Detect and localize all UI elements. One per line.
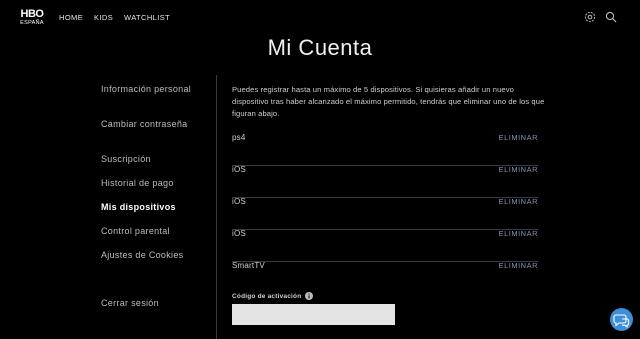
- sidebar-item-subscription[interactable]: Suscripción: [101, 154, 206, 166]
- device-name: iOS: [232, 197, 246, 206]
- search-icon[interactable]: [605, 11, 617, 23]
- activation-code-input[interactable]: [232, 304, 395, 325]
- device-row: iOS ELIMINAR: [232, 197, 538, 230]
- logo-region: ESPAÑA: [20, 20, 44, 26]
- page: HBO ESPAÑA HOME KIDS WATCHLIST Mi Cuenta…: [0, 0, 640, 339]
- sidebar-item-logout[interactable]: Cerrar sesión: [101, 298, 206, 310]
- nav-home-link[interactable]: HOME: [59, 13, 83, 22]
- sidebar-item-payment-history[interactable]: Historial de pago: [101, 178, 206, 190]
- device-name: SmartTV: [232, 261, 265, 270]
- remove-device-button[interactable]: ELIMINAR: [499, 165, 538, 174]
- device-row: iOS ELIMINAR: [232, 229, 538, 262]
- sidebar-item-personal-info[interactable]: Información personal: [101, 84, 206, 96]
- info-icon[interactable]: [305, 292, 313, 300]
- sidebar-item-change-password[interactable]: Cambiar contraseña: [101, 119, 206, 131]
- devices-intro-text: Puedes registrar hasta un máximo de 5 di…: [232, 85, 545, 118]
- logo-mark: HBO: [20, 8, 44, 20]
- device-name: iOS: [232, 165, 246, 174]
- chat-button[interactable]: [610, 308, 633, 331]
- remove-device-button[interactable]: ELIMINAR: [499, 261, 538, 270]
- device-row: ps4 ELIMINAR: [232, 133, 538, 166]
- page-title: Mi Cuenta: [267, 35, 373, 60]
- sidebar-item-parental-control[interactable]: Control parental: [101, 226, 206, 238]
- sidebar-item-my-devices[interactable]: Mis dispositivos: [101, 202, 206, 214]
- activation-code-label: Código de activación: [232, 293, 302, 300]
- device-row: iOS ELIMINAR: [232, 165, 538, 198]
- top-navigation: HBO ESPAÑA HOME KIDS WATCHLIST: [0, 0, 640, 36]
- hbo-logo[interactable]: HBO ESPAÑA: [18, 9, 46, 27]
- settings-icon[interactable]: [584, 11, 596, 23]
- chat-icon: [613, 314, 630, 329]
- sidebar-item-cookie-settings[interactable]: Ajustes de Cookies: [101, 250, 206, 262]
- device-name: ps4: [232, 133, 246, 142]
- remove-device-button[interactable]: ELIMINAR: [499, 133, 538, 142]
- remove-device-button[interactable]: ELIMINAR: [499, 197, 538, 206]
- nav-kids-link[interactable]: KIDS: [94, 13, 113, 22]
- device-name: iOS: [232, 229, 246, 238]
- device-row: SmartTV ELIMINAR: [232, 261, 538, 293]
- nav-watchlist-link[interactable]: WATCHLIST: [124, 13, 170, 22]
- remove-device-button[interactable]: ELIMINAR: [499, 229, 538, 238]
- vertical-divider: [216, 75, 217, 339]
